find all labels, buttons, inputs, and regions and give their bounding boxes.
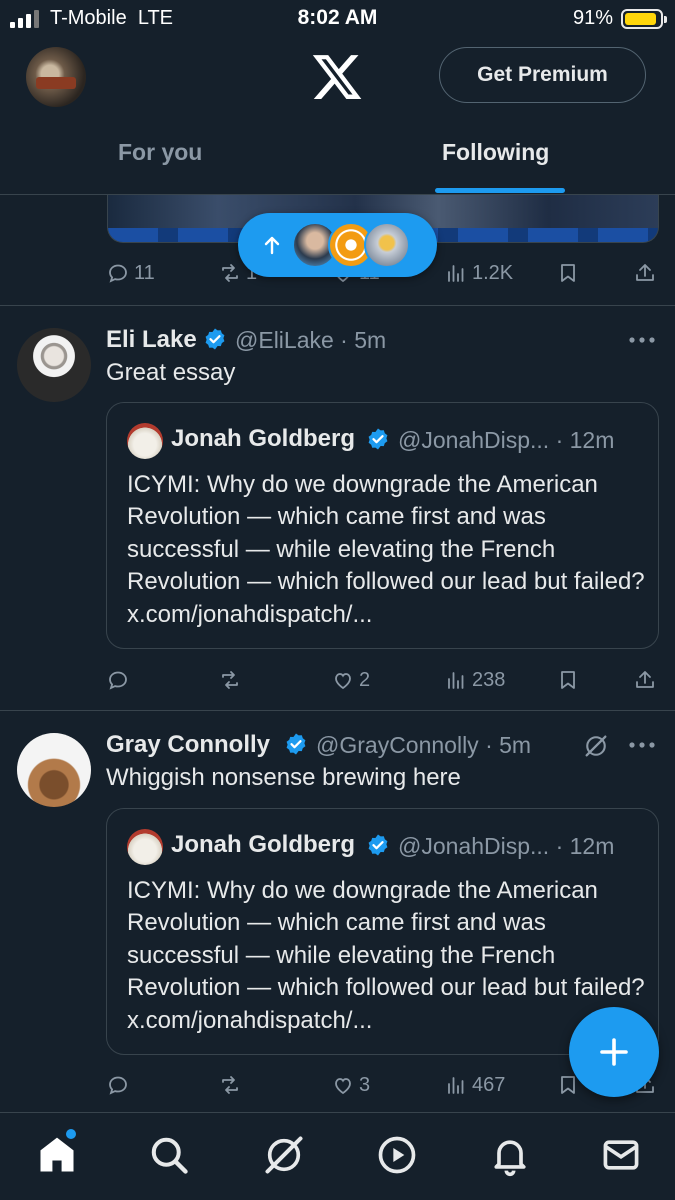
views-icon xyxy=(448,672,464,689)
new-posts-pill[interactable] xyxy=(238,213,437,277)
bookmark-button[interactable] xyxy=(556,258,580,288)
more-icon[interactable] xyxy=(628,741,656,749)
views-button[interactable]: 238 xyxy=(444,665,505,695)
app-header: Get Premium For you Following xyxy=(0,38,675,195)
quoted-post[interactable]: Jonah Goldberg @JonahDisp... · 12m ICYMI… xyxy=(106,808,659,1055)
post-actions: 2 238 xyxy=(106,665,659,695)
quote-text: ICYMI: Why do we downgrade the American … xyxy=(127,877,645,1034)
repost-icon xyxy=(222,671,238,689)
reply-button[interactable] xyxy=(106,1070,134,1100)
bookmark-icon xyxy=(561,264,575,282)
grok-icon[interactable] xyxy=(582,732,610,760)
battery-percent: 91% xyxy=(572,7,613,29)
mail-icon[interactable] xyxy=(599,1133,643,1177)
compose-button[interactable] xyxy=(569,1007,659,1097)
author-name[interactable]: Eli Lake xyxy=(106,326,197,354)
like-icon xyxy=(335,673,351,690)
share-icon xyxy=(636,671,654,688)
quote-author-handle: @JonahDisp... · 12m xyxy=(398,833,615,859)
play-icon[interactable] xyxy=(375,1133,419,1177)
active-tab-indicator xyxy=(435,188,565,193)
home-icon[interactable] xyxy=(35,1133,79,1177)
search-icon[interactable] xyxy=(147,1133,191,1177)
post-divider xyxy=(0,710,675,711)
repost-button[interactable] xyxy=(218,1070,246,1100)
quote-author-name: Jonah Goldberg xyxy=(171,831,356,858)
tab-following[interactable]: Following xyxy=(442,139,549,166)
reply-icon xyxy=(109,264,127,283)
verified-badge-icon xyxy=(205,328,225,350)
author-handle: @EliLake · 5m xyxy=(235,327,387,353)
like-button[interactable]: 3 xyxy=(331,1070,370,1100)
status-bar: T-Mobile LTE 8:02 AM 91% xyxy=(0,0,675,38)
repost-icon xyxy=(222,264,238,282)
more-icon[interactable] xyxy=(628,336,656,344)
quote-author-handle: @JonahDisp... · 12m xyxy=(398,427,615,453)
notification-dot xyxy=(66,1129,76,1139)
reply-icon xyxy=(109,1076,127,1095)
post-text: Whiggish nonsense brewing here xyxy=(106,764,461,791)
reply-button[interactable]: 11 xyxy=(106,258,155,288)
compose-icon xyxy=(600,1038,628,1066)
bookmark-button[interactable] xyxy=(556,665,580,695)
author-avatar[interactable] xyxy=(17,733,91,807)
battery-icon xyxy=(621,9,667,29)
x-logo[interactable] xyxy=(310,50,364,104)
grok-icon[interactable] xyxy=(262,1133,306,1177)
quote-text: ICYMI: Why do we downgrade the American … xyxy=(127,471,645,628)
quote-author-name: Jonah Goldberg xyxy=(171,425,356,452)
tab-for-you[interactable]: For you xyxy=(118,139,202,166)
author-handle: @GrayConnolly · 5m xyxy=(316,732,532,758)
get-premium-button[interactable]: Get Premium xyxy=(439,47,646,103)
quoted-post[interactable]: Jonah Goldberg @JonahDisp... · 12m ICYMI… xyxy=(106,402,659,649)
share-button[interactable] xyxy=(633,258,657,288)
like-icon xyxy=(335,1078,351,1095)
profile-avatar[interactable] xyxy=(26,47,86,107)
arrow-up-icon xyxy=(264,236,280,255)
repost-icon xyxy=(222,1076,238,1094)
author-avatar[interactable] xyxy=(17,328,91,402)
like-button[interactable]: 2 xyxy=(331,665,370,695)
verified-badge-icon xyxy=(368,834,388,856)
author-name[interactable]: Gray Connolly xyxy=(106,731,270,759)
share-icon xyxy=(636,264,654,281)
verified-badge-icon xyxy=(368,428,388,450)
share-button[interactable] xyxy=(633,665,657,695)
views-button[interactable]: 467 xyxy=(444,1070,505,1100)
bottom-nav xyxy=(0,1112,675,1200)
post-divider xyxy=(0,305,675,306)
views-icon xyxy=(448,1077,464,1094)
pill-avatar xyxy=(364,222,410,268)
post-text: Great essay xyxy=(106,359,236,386)
repost-button[interactable] xyxy=(218,665,246,695)
views-button[interactable]: 1.2K xyxy=(444,258,513,288)
quote-author-avatar xyxy=(127,423,163,459)
bookmark-icon xyxy=(561,671,575,689)
views-icon xyxy=(448,265,464,282)
quote-author-avatar xyxy=(127,829,163,865)
bell-icon[interactable] xyxy=(488,1133,532,1177)
verified-badge-icon xyxy=(286,733,306,755)
reply-icon xyxy=(109,671,127,690)
reply-button[interactable] xyxy=(106,665,134,695)
